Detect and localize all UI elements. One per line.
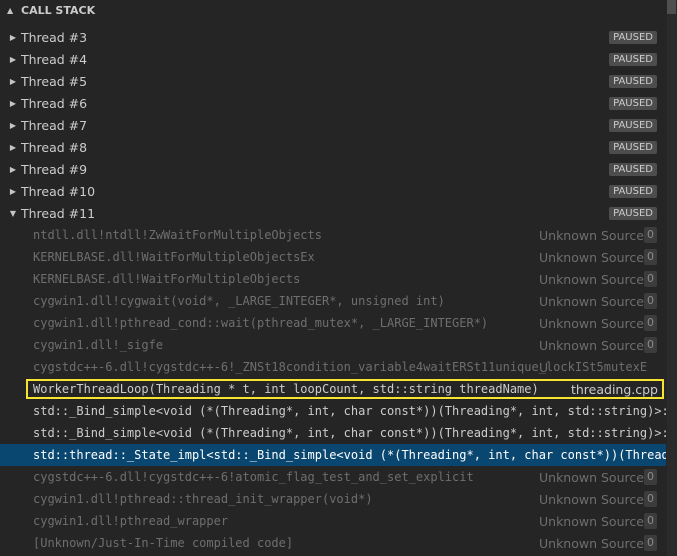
thread-row[interactable]: ▼ Thread #11 PAUSED xyxy=(0,202,666,224)
collapsed-caret-icon[interactable]: ▶ xyxy=(8,77,18,86)
frame-function-name: cygwin1.dll!pthread_cond::wait(pthread_m… xyxy=(33,316,489,330)
frame-source-file: Unknown Source xyxy=(539,227,644,243)
thread-name: Thread #9 xyxy=(21,161,88,177)
vertical-scrollbar[interactable] xyxy=(667,0,677,556)
collapsed-caret-icon[interactable]: ▶ xyxy=(8,187,18,196)
thread-name: Thread #6 xyxy=(21,95,88,111)
collapsed-caret-icon[interactable]: ▶ xyxy=(8,33,18,42)
frame-line-number: 0 xyxy=(644,227,657,243)
status-badge: PAUSED xyxy=(609,162,657,176)
thread-name: Thread #8 xyxy=(21,139,88,155)
status-badge: PAUSED xyxy=(609,140,657,154)
frame-source-file: threading.cpp xyxy=(570,381,658,397)
thread-row[interactable]: ▶ Thread #8 PAUSED xyxy=(0,136,666,158)
stack-frame-row[interactable]: cygwin1.dll!pthread::thread_init_wrapper… xyxy=(0,488,666,510)
frame-source-file: Unknown Source xyxy=(539,293,644,309)
frame-source-file: Unknown Source xyxy=(539,491,644,507)
thread-row[interactable]: ▶ Thread #10 PAUSED xyxy=(0,180,666,202)
frame-function-name: cygstdc++-6.dll!cygstdc++-6!atomic_flag_… xyxy=(33,470,474,484)
frame-source-file: Unknown Source xyxy=(539,469,644,485)
frame-line-number: 0 xyxy=(644,315,657,331)
frame-function-name: cygstdc++-6.dll!cygstdc++-6!_ZNSt18condi… xyxy=(33,360,648,374)
thread-name: Thread #4 xyxy=(21,51,88,67)
collapsed-caret-icon[interactable]: ▶ xyxy=(8,121,18,130)
frame-function-name: [Unknown/Just-In-Time compiled code] xyxy=(33,536,294,550)
frame-function-name: std::_Bind_simple<void (*(Threading*, in… xyxy=(33,426,666,440)
thread-name: Thread #3 xyxy=(21,29,88,45)
frame-function-name: KERNELBASE.dll!WaitForMultipleObjects xyxy=(33,272,301,286)
scrollbar-thumb[interactable] xyxy=(667,0,676,14)
frame-line-number: 0 xyxy=(644,535,657,551)
collapse-caret-icon[interactable]: ▲ xyxy=(7,6,17,15)
stack-frame-row[interactable]: cygstdc++-6.dll!cygstdc++-6!_ZNSt18condi… xyxy=(0,356,666,378)
collapsed-caret-icon[interactable]: ▶ xyxy=(8,143,18,152)
frame-source-file: Unknown Source xyxy=(539,535,644,551)
call-stack-panel: ▲ CALL STACK ▶ Thread #3 PAUSED ▶ Thread #4 P… xyxy=(0,0,677,556)
frame-line-number: 0 xyxy=(644,293,657,309)
stack-frame-row[interactable]: cygwin1.dll!pthread_wrapper Unknown Sourc… xyxy=(0,510,666,532)
frame-source-file: U xyxy=(539,359,549,375)
frame-function-name: cygwin1.dll!cygwait(void*, _LARGE_INTEGE… xyxy=(33,294,445,308)
status-badge: PAUSED xyxy=(609,30,657,44)
stack-frame-row[interactable]: cygwin1.dll!cygwait(void*, _LARGE_INTEGE… xyxy=(0,290,666,312)
frame-function-name: KERNELBASE.dll!WaitForMultipleObjectsEx xyxy=(33,250,315,264)
thread-row[interactable]: ▶ Thread #5 PAUSED xyxy=(0,70,666,92)
stack-frame-row[interactable]: cygwin1.dll!_sigfe Unknown Source 0 xyxy=(0,334,666,356)
stack-frame-row[interactable]: std::_Bind_simple<void (*(Threading*, in… xyxy=(0,422,666,444)
frame-source-file: Unknown Source xyxy=(539,315,644,331)
frame-function-name: cygwin1.dll!_sigfe xyxy=(33,338,164,352)
stack-frame-row[interactable]: std::_Bind_simple<void (*(Threading*, in… xyxy=(0,400,666,422)
thread-name: Thread #7 xyxy=(21,117,88,133)
frame-function-name: std::thread::_State_impl<std::_Bind_simp… xyxy=(33,448,666,462)
thread-row[interactable]: ▶ Thread #6 PAUSED xyxy=(0,92,666,114)
thread-row[interactable]: ▶ Thread #9 PAUSED xyxy=(0,158,666,180)
frame-function-name: cygwin1.dll!pthread_wrapper xyxy=(33,514,229,528)
stack-frame-current[interactable]: WorkerThreadLoop(Threading * t, int loop… xyxy=(25,378,665,400)
frame-line-number: 0 xyxy=(644,249,657,265)
frame-function-name: ntdll.dll!ntdll!ZwWaitForMultipleObjects xyxy=(33,228,322,242)
thread-name: Thread #11 xyxy=(21,205,96,221)
frame-source-file: Unknown Source xyxy=(539,337,644,353)
thread-row[interactable]: ▶ Thread #3 PAUSED xyxy=(0,26,666,48)
frame-line-number: 0 xyxy=(644,491,657,507)
stack-frame-row[interactable]: [Unknown/Just-In-Time compiled code] Unkn… xyxy=(0,532,666,554)
stack-frame-row[interactable]: cygwin1.dll!pthread_cond::wait(pthread_m… xyxy=(0,312,666,334)
status-badge: PAUSED xyxy=(609,74,657,88)
stack-frame-row[interactable]: std::thread::_State_impl<std::_Bind_simp… xyxy=(0,444,666,466)
status-badge: PAUSED xyxy=(609,118,657,132)
status-badge: PAUSED xyxy=(609,96,657,110)
frame-function-name: WorkerThreadLoop(Threading * t, int loop… xyxy=(33,382,539,396)
thread-row[interactable]: ▶ Thread #4 PAUSED xyxy=(0,48,666,70)
call-stack-header[interactable]: ▲ CALL STACK xyxy=(0,0,666,20)
call-stack-title: CALL STACK xyxy=(21,3,96,17)
status-badge: PAUSED xyxy=(609,184,657,198)
frame-source-file: Unknown Source xyxy=(539,513,644,529)
frame-line-number: 0 xyxy=(644,271,657,287)
frame-line-number: 0 xyxy=(644,513,657,529)
stack-frame-row[interactable]: KERNELBASE.dll!WaitForMultipleObjectsEx U… xyxy=(0,246,666,268)
collapsed-caret-icon[interactable]: ▶ xyxy=(8,55,18,64)
frame-line-number: 0 xyxy=(644,469,657,485)
frame-source-file: Unknown Source xyxy=(539,249,644,265)
thread-name: Thread #5 xyxy=(21,73,88,89)
status-badge: PAUSED xyxy=(609,52,657,66)
frame-function-name: std::_Bind_simple<void (*(Threading*, in… xyxy=(33,404,666,418)
thread-row[interactable]: ▶ Thread #7 PAUSED xyxy=(0,114,666,136)
frame-source-file: Unknown Source xyxy=(539,271,644,287)
stack-frame-row[interactable]: ntdll.dll!ntdll!ZwWaitForMultipleObjects… xyxy=(0,224,666,246)
collapsed-caret-icon[interactable]: ▶ xyxy=(8,165,18,174)
stack-frame-row[interactable]: cygstdc++-6.dll!cygstdc++-6!atomic_flag_… xyxy=(0,466,666,488)
frame-line-number: 0 xyxy=(644,337,657,353)
status-badge: PAUSED xyxy=(609,206,657,220)
stack-frame-row[interactable]: KERNELBASE.dll!WaitForMultipleObjects Unk… xyxy=(0,268,666,290)
collapsed-caret-icon[interactable]: ▶ xyxy=(8,99,18,108)
expanded-caret-icon[interactable]: ▼ xyxy=(8,209,18,218)
frame-function-name: cygwin1.dll!pthread::thread_init_wrapper… xyxy=(33,492,373,506)
thread-name: Thread #10 xyxy=(21,183,96,199)
